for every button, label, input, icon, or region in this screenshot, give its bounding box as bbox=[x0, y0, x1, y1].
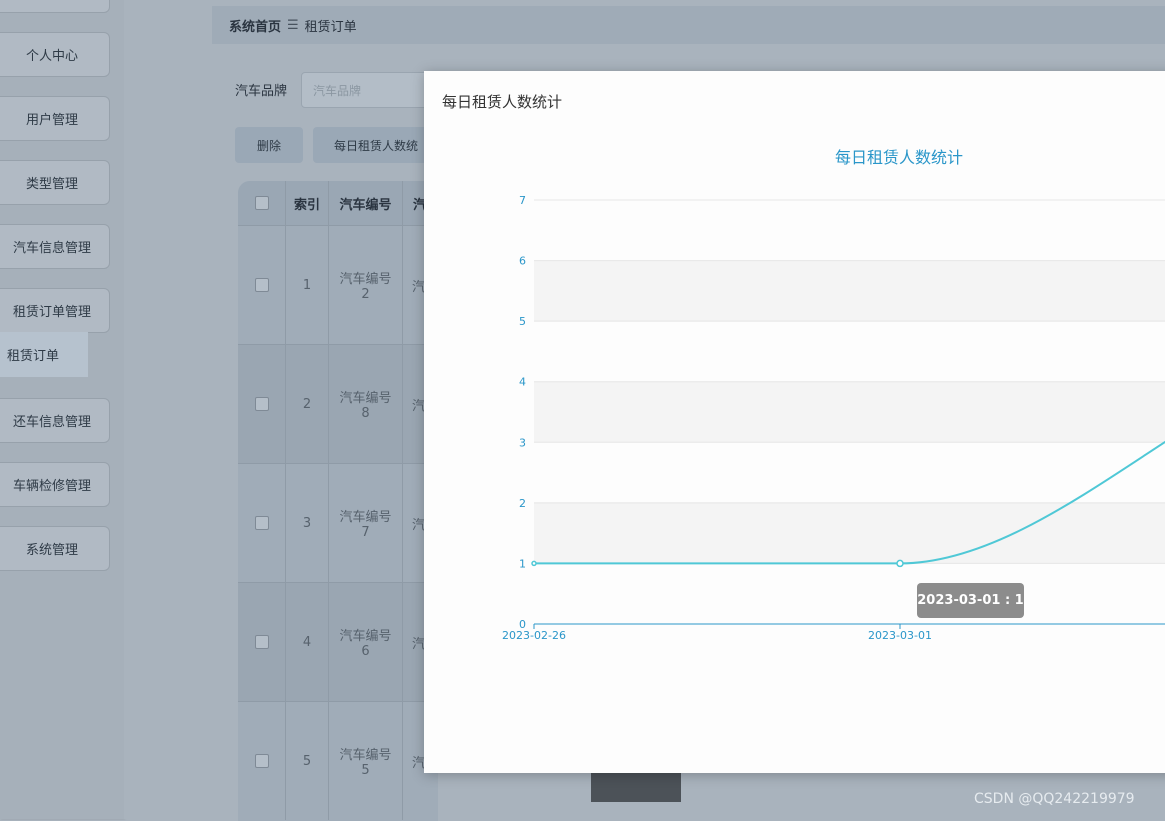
row-checkbox-cell[interactable] bbox=[238, 226, 286, 344]
row-car-code: 汽车编号 6 bbox=[329, 583, 403, 701]
x-tick-label: 2023-02-26 bbox=[502, 629, 566, 642]
sidebar-item-system[interactable]: 系统管理 bbox=[0, 526, 110, 571]
table-row: 2 汽车编号 8 汽 bbox=[238, 344, 438, 463]
orders-table: 索引 汽车编号 汽 1 汽车编号 2 汽 2 汽车编号 8 汽 3 汽车编号 7… bbox=[238, 181, 438, 821]
sidebar-item-label: 还车信息管理 bbox=[12, 415, 91, 430]
sidebar-item-type-management[interactable]: 类型管理 bbox=[0, 160, 110, 205]
y-tick-label: 1 bbox=[519, 557, 526, 570]
stats-modal: 每日租赁人数统计 每日租赁人数统计 0 1 2 3 4 5 6 7 2023-02-26 2023… bbox=[424, 71, 1165, 773]
row-car-code: 汽车编号 7 bbox=[329, 464, 403, 582]
row-index: 2 bbox=[286, 345, 329, 463]
header-index: 索引 bbox=[286, 181, 329, 225]
sidebar-item-user-management[interactable]: 用户管理 bbox=[0, 96, 110, 141]
table-header: 索引 汽车编号 汽 bbox=[238, 181, 438, 225]
sidebar-item-label: 用户管理 bbox=[25, 113, 78, 128]
stats-button[interactable]: 每日租赁人数统 bbox=[313, 127, 433, 163]
sidebar-item-label: 个人中心 bbox=[25, 49, 78, 64]
header-car-code: 汽车编号 bbox=[329, 181, 403, 225]
daily-rental-chart: 每日租赁人数统计 012345672023-02-26 2023-03-01 bbox=[502, 148, 1165, 642]
delete-button[interactable]: 删除 bbox=[235, 127, 303, 163]
row-index: 5 bbox=[286, 702, 329, 820]
y-tick-label: 3 bbox=[519, 436, 526, 449]
row-checkbox-cell[interactable] bbox=[238, 345, 286, 463]
row-car-code: 汽车编号 2 bbox=[329, 226, 403, 344]
sidebar-item-label: 车辆检修管理 bbox=[12, 479, 91, 494]
grid-band bbox=[534, 381, 1165, 443]
delete-button-label: 删除 bbox=[256, 138, 281, 153]
row-checkbox[interactable] bbox=[254, 516, 269, 530]
watermark: CSDN @QQ242219979 bbox=[974, 791, 1135, 807]
search-placeholder: 汽车品牌 bbox=[313, 83, 362, 98]
select-all-checkbox[interactable] bbox=[254, 196, 269, 210]
x-tick-label: 2023-03-01 bbox=[868, 629, 932, 642]
row-checkbox-cell[interactable] bbox=[238, 583, 286, 701]
submenu-item-rental-order[interactable]: 租赁订单 bbox=[0, 332, 88, 377]
table-row: 1 汽车编号 2 汽 bbox=[238, 225, 438, 344]
y-tick-label: 5 bbox=[519, 315, 526, 328]
row-checkbox[interactable] bbox=[254, 635, 269, 649]
y-tick-label: 6 bbox=[519, 255, 526, 268]
sidebar-item-car-info[interactable]: 汽车信息管理 bbox=[0, 224, 110, 269]
sidebar-item-rental-orders[interactable]: 租赁订单管理 bbox=[0, 288, 110, 333]
sidebar-top-button[interactable] bbox=[0, 0, 110, 13]
table-row: 3 汽车编号 7 汽 bbox=[238, 463, 438, 582]
stats-button-label: 每日租赁人数统 bbox=[334, 138, 419, 153]
sidebar-item-maintenance[interactable]: 车辆检修管理 bbox=[0, 462, 110, 507]
data-point bbox=[896, 559, 904, 568]
search-label: 汽车品牌 bbox=[235, 84, 288, 99]
breadcrumb-current: 租赁订单 bbox=[304, 19, 357, 35]
sidebar: 个人中心 用户管理 类型管理 汽车信息管理 租赁订单管理 租赁订单 还车信息管理… bbox=[0, 0, 124, 819]
row-checkbox[interactable] bbox=[254, 397, 269, 411]
header-checkbox-cell[interactable] bbox=[238, 181, 286, 225]
chart-tooltip: 2023-03-01 : 1 bbox=[917, 583, 1024, 618]
row-checkbox-cell[interactable] bbox=[238, 464, 286, 582]
row-checkbox[interactable] bbox=[254, 278, 269, 292]
row-index: 4 bbox=[286, 583, 329, 701]
breadcrumb: 系统首页 ☰ 租赁订单 bbox=[212, 6, 1165, 44]
y-tick-label: 4 bbox=[519, 376, 526, 389]
sidebar-item-label: 类型管理 bbox=[25, 177, 78, 192]
car-thumbnail bbox=[591, 772, 681, 802]
grid-band bbox=[534, 260, 1165, 322]
sidebar-item-label: 汽车信息管理 bbox=[12, 241, 91, 256]
data-point bbox=[531, 560, 537, 567]
row-car-code: 汽车编号 8 bbox=[329, 345, 403, 463]
breadcrumb-separator-icon: ☰ bbox=[287, 17, 299, 33]
submenu-item-label: 租赁订单 bbox=[7, 349, 60, 364]
sidebar-item-personal-center[interactable]: 个人中心 bbox=[0, 32, 110, 77]
row-index: 1 bbox=[286, 226, 329, 344]
breadcrumb-home[interactable]: 系统首页 bbox=[229, 16, 281, 35]
search-input[interactable]: 汽车品牌 bbox=[301, 72, 431, 108]
sidebar-item-return-info[interactable]: 还车信息管理 bbox=[0, 398, 110, 443]
row-checkbox-cell[interactable] bbox=[238, 702, 286, 820]
sidebar-item-label: 租赁订单管理 bbox=[12, 305, 91, 320]
y-tick-label: 2 bbox=[519, 497, 526, 510]
row-index: 3 bbox=[286, 464, 329, 582]
grid-band bbox=[534, 502, 1165, 564]
y-tick-label: 7 bbox=[519, 194, 526, 207]
row-car-code: 汽车编号 5 bbox=[329, 702, 403, 820]
chart-title: 每日租赁人数统计 bbox=[835, 148, 963, 167]
table-row: 5 汽车编号 5 汽 bbox=[238, 701, 438, 820]
sidebar-item-label: 系统管理 bbox=[25, 543, 78, 558]
table-row: 4 汽车编号 6 汽 bbox=[238, 582, 438, 701]
row-checkbox[interactable] bbox=[254, 754, 269, 768]
